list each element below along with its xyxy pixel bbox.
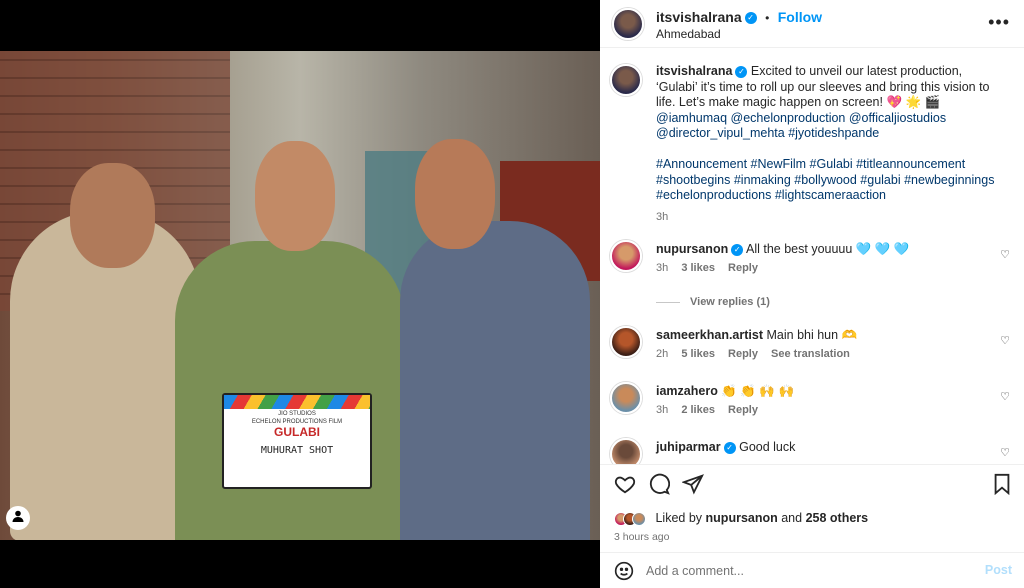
- comment-text-row: iamzahero 👏 👏 🙌 🙌: [656, 384, 986, 399]
- follow-button[interactable]: Follow: [778, 9, 822, 25]
- comment-likes[interactable]: 2 likes: [681, 404, 715, 416]
- clapper-studio: JIO STUDIOS: [278, 411, 316, 417]
- likes-summary: Liked by nupursanon and 258 others: [614, 511, 868, 526]
- verified-badge-icon: ✓: [731, 243, 744, 256]
- verified-badge-icon: ✓: [744, 11, 757, 24]
- post-comment-button[interactable]: Post: [985, 563, 1012, 577]
- person-left-head: [70, 163, 155, 268]
- person-icon: [12, 510, 24, 522]
- comments-scroll[interactable]: itsvishalrana ✓ Excited to unveil our lat…: [600, 56, 1024, 464]
- comment-meta: 2h 5 likes Reply See translation: [656, 348, 860, 360]
- post-actions: Liked by nupursanon and 258 others 3 hou…: [600, 464, 1024, 552]
- comment-meta: 3h 2 likes Reply: [656, 404, 768, 416]
- comment-item: iamzahero 👏 👏 🙌 🙌 3h 2 likes Reply ♡: [610, 382, 1020, 426]
- comment-item: juhiparmar ✓ Good luck ♡: [610, 438, 1020, 464]
- caption-avatar[interactable]: [610, 64, 642, 96]
- liker-avatar: [632, 511, 646, 526]
- comment-body: Good luck: [739, 440, 796, 454]
- comment-like-icon[interactable]: ♡: [1000, 390, 1010, 403]
- author-username[interactable]: itsvishalrana: [656, 9, 742, 25]
- emoji-icon[interactable]: [614, 561, 634, 586]
- media-panel: JIO STUDIOS ECHELON PRODUCTIONS FILM GUL…: [0, 0, 600, 588]
- likes-middle: and: [781, 511, 803, 525]
- comment-text-row: sameerkhan.artist Main bhi hun 🫶: [656, 328, 986, 343]
- comment-item: nupursanon ✓ All the best youuuu 🩵 🩵 🩵 3h…: [610, 240, 1020, 284]
- caption-text-block: itsvishalrana ✓ Excited to unveil our lat…: [656, 64, 996, 225]
- more-options-icon[interactable]: •••: [988, 12, 1010, 33]
- comment-like-icon[interactable]: ♡: [1000, 334, 1010, 347]
- send-icon[interactable]: [681, 473, 704, 501]
- comment-time: 3h: [656, 404, 669, 416]
- clapperboard: JIO STUDIOS ECHELON PRODUCTIONS FILM GUL…: [222, 393, 372, 489]
- post-location[interactable]: Ahmedabad: [656, 27, 721, 41]
- person-right-head: [415, 139, 495, 249]
- likes-user[interactable]: nupursanon: [706, 511, 778, 525]
- bookmark-icon[interactable]: [992, 473, 1012, 501]
- comment-likes[interactable]: 3 likes: [681, 262, 715, 274]
- user-tag-icon[interactable]: [6, 506, 30, 530]
- likes-prefix: Liked by: [655, 511, 703, 525]
- reply-button[interactable]: Reply: [728, 262, 758, 274]
- post-photo[interactable]: JIO STUDIOS ECHELON PRODUCTIONS FILM GUL…: [0, 51, 600, 540]
- comment-time: 3h: [656, 262, 669, 274]
- verified-badge-icon: ✓: [723, 441, 736, 454]
- posted-ago[interactable]: 3 hours ago: [614, 531, 669, 543]
- comment-text-row: juhiparmar ✓ Good luck: [656, 440, 986, 454]
- see-translation-button[interactable]: See translation: [771, 348, 850, 360]
- comment-time: 2h: [656, 348, 669, 360]
- verified-badge-icon: ✓: [735, 65, 748, 78]
- post-details-panel: itsvishalrana ✓ • Follow Ahmedabad ••• it…: [600, 0, 1024, 588]
- commenter-username[interactable]: nupursanon: [656, 242, 728, 256]
- comment-text-row: nupursanon ✓ All the best youuuu 🩵 🩵 🩵: [656, 242, 986, 257]
- caption-hashtags[interactable]: #Announcement #NewFilm #Gulabi #titleann…: [656, 157, 994, 202]
- commenter-avatar[interactable]: [610, 326, 642, 358]
- comment-input[interactable]: [646, 561, 966, 581]
- caption-time: 3h: [656, 210, 669, 223]
- separator-dot: •: [765, 11, 770, 25]
- commenter-username[interactable]: iamzahero: [656, 384, 718, 398]
- comment-like-icon[interactable]: ♡: [1000, 248, 1010, 261]
- comment-body: Main bhi hun 🫶: [766, 328, 858, 342]
- add-comment-bar: Post: [600, 552, 1024, 588]
- commenter-avatar[interactable]: [610, 240, 642, 272]
- commenter-avatar[interactable]: [610, 438, 642, 464]
- caption: itsvishalrana ✓ Excited to unveil our lat…: [610, 64, 1010, 234]
- clapper-stripes: [224, 395, 370, 409]
- caption-mentions[interactable]: @iamhumaq @echelonproduction @officaljio…: [656, 111, 946, 141]
- comment-icon[interactable]: [648, 473, 671, 501]
- likes-others[interactable]: 258 others: [806, 511, 869, 525]
- caption-username[interactable]: itsvishalrana: [656, 64, 732, 78]
- author-avatar[interactable]: [612, 8, 644, 40]
- person-center-head: [255, 141, 335, 251]
- person-right-body: [400, 221, 590, 540]
- clapper-shot: MUHURAT SHOT: [260, 445, 334, 456]
- comment-body: All the best youuuu 🩵 🩵 🩵: [746, 242, 910, 256]
- comment-like-icon[interactable]: ♡: [1000, 446, 1010, 459]
- reply-button[interactable]: Reply: [728, 404, 758, 416]
- person-center-body: [175, 241, 405, 540]
- view-replies-button[interactable]: View replies (1): [656, 296, 770, 308]
- commenter-username[interactable]: sameerkhan.artist: [656, 328, 763, 342]
- commenter-avatar[interactable]: [610, 382, 642, 414]
- comment-likes[interactable]: 5 likes: [681, 348, 715, 360]
- reply-button[interactable]: Reply: [728, 348, 758, 360]
- heart-icon[interactable]: [614, 473, 636, 501]
- commenter-username[interactable]: juhiparmar: [656, 440, 721, 454]
- comment-item: sameerkhan.artist Main bhi hun 🫶 2h 5 li…: [610, 326, 1020, 370]
- comment-meta: 3h 3 likes Reply: [656, 262, 768, 274]
- comment-body: 👏 👏 🙌 🙌: [721, 384, 795, 398]
- post-header: itsvishalrana ✓ • Follow Ahmedabad •••: [600, 0, 1024, 48]
- clapper-film-title: GULABI: [274, 425, 320, 439]
